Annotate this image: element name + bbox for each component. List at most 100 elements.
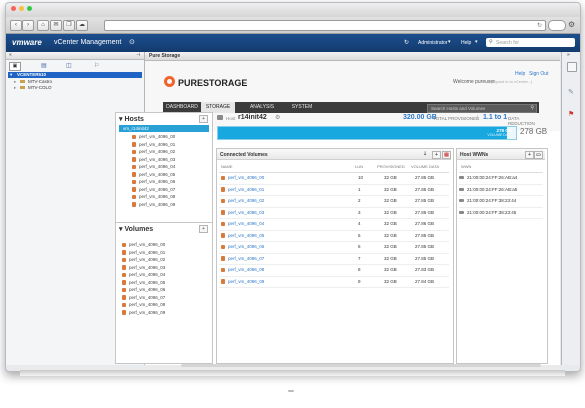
wwn-row[interactable]: 21:00:00:24:FF:26:AB:a4 [459,173,543,185]
tree-item-vcenter[interactable]: ▾ VCENTER510 [8,72,142,78]
volume-name-link[interactable]: perf_vm_4096_06 [221,242,264,253]
table-row[interactable]: perf_vm_4096_02 2 32 GB 27.85 GB [219,196,449,208]
volume-name-link[interactable]: perf_vm_4096_05 [221,231,264,242]
volume-item[interactable]: perf_vm_4096_06 [122,286,208,294]
volume-item[interactable]: perf_vm_4096_07 [122,294,208,302]
table-row[interactable]: perf_vm_4096_07 7 32 GB 27.85 GB [219,254,449,265]
horizontal-scrollbar[interactable] [181,364,541,367]
volume-name-link[interactable]: perf_vm_4096_04 [221,219,264,230]
wwn-row[interactable]: 21:00:00:24:FF:38:23:45 [459,208,543,219]
tree-expand-icon[interactable]: ▾ [10,72,12,78]
column-header-provisioned[interactable]: PROVISIONED [377,164,405,169]
table-row[interactable]: perf_vm_4096_04 4 32 GB 27.86 GB [219,219,449,231]
host-volume-search-input[interactable]: Search Hosts and Volumes ⚲ [427,104,537,113]
volume-item[interactable]: perf_vm_4096_09 [122,309,208,317]
add-volume-button[interactable]: + [199,225,208,233]
host-item[interactable]: perf_vm_4096_07 [132,186,210,194]
forward-button[interactable]: › [22,20,34,31]
volume-name-link[interactable]: perf_vm_4096_08 [221,265,264,276]
table-row[interactable]: perf_vm_4096_06 6 32 GB 27.85 GB [219,242,449,254]
help-menu[interactable]: Help [461,40,471,46]
column-header-volume-data[interactable]: VOLUME DATA [411,164,439,169]
volume-name-link[interactable]: perf_vm_4096_01 [221,185,264,196]
volume-item[interactable]: perf_vm_4096_08 [122,301,208,309]
volume-item[interactable]: perf_vm_4096_02 [122,256,208,264]
user-menu[interactable]: Administrator [418,40,447,46]
volume-item[interactable]: perf_vm_4096_04 [122,271,208,279]
host-item[interactable]: perf_vm_4096_05 [132,171,210,179]
tab-analysis[interactable]: ANALYSIS [245,102,279,113]
host-item[interactable]: perf_vm_4096_04 [132,163,210,171]
help-link[interactable]: Help [515,71,525,77]
host-group-item[interactable]: vm_r14init42 [119,125,209,132]
host-item[interactable]: perf_vm_4096_00 [132,133,210,141]
wwn-row[interactable]: 21:00:00:24:FF:38:23:44 [459,196,543,208]
tree-collapsed-icon[interactable]: ▸ [14,85,16,90]
host-item[interactable]: perf_vm_4096_09 [132,201,210,209]
share-button[interactable]: ✉ [50,20,62,31]
help-chevron-icon[interactable]: ▾ [475,39,478,45]
column-header-lun[interactable]: LUN [355,164,363,169]
tasks-icon[interactable] [567,62,577,72]
add-wwn-button[interactable]: + [525,150,534,159]
disconnect-volume-button[interactable]: ▤ [442,150,451,159]
host-item[interactable]: perf_vm_4096_06 [132,178,210,186]
table-row[interactable]: perf_vm_4096_09 9 32 GB 27.84 GB [219,277,449,288]
pin-icon[interactable]: ⊣ [136,52,140,58]
bookmarks-button[interactable]: ❐ [63,20,75,31]
networking-view-icon[interactable]: ⚐ [94,62,99,69]
address-bar[interactable]: ↻ [104,20,546,31]
home-button[interactable]: ⌂ [37,20,49,31]
sign-out-link[interactable]: Sign Out [529,71,548,77]
host-settings-gear-icon[interactable]: ⚙ [275,114,280,121]
volume-item[interactable]: perf_vm_4096_00 [122,241,208,249]
table-row[interactable]: perf_vm_4096_08 8 32 GB 27.83 GB [219,265,449,277]
settings-gear-icon[interactable]: ⚙ [568,20,577,29]
resize-handle-icon[interactable] [288,390,294,392]
app-menu-chevron-icon[interactable]: ⊙ [129,38,135,46]
column-header-wwn[interactable]: WWN [461,164,471,169]
connect-volume-button[interactable]: + [432,150,441,159]
volume-name-link[interactable]: perf_vm_4096_00 [221,173,264,184]
close-window-button[interactable] [11,6,16,11]
collapse-right-icon[interactable]: » [567,52,570,58]
host-item[interactable]: perf_vm_4096_03 [132,156,210,164]
download-icon[interactable]: ⇣ [423,151,427,157]
storage-view-icon[interactable]: ◫ [66,62,72,69]
volume-name-link[interactable]: perf_vm_4096_02 [221,196,264,207]
tab-pure-storage[interactable]: Pure Storage [149,53,180,59]
volume-name-link[interactable]: perf_vm_4096_09 [221,277,264,288]
minimize-window-button[interactable] [19,6,24,11]
host-item[interactable]: perf_vm_4096_08 [132,193,210,201]
reload-icon[interactable]: ↻ [537,22,542,29]
browser-search-field[interactable] [548,20,566,31]
collapse-left-icon[interactable]: « [9,52,12,58]
tab-system[interactable]: SYSTEM [285,102,319,113]
global-search-input[interactable]: ⚲ Search for [486,38,575,47]
back-button[interactable]: ‹ [10,20,22,31]
volume-item[interactable]: perf_vm_4096_01 [122,249,208,257]
user-menu-chevron-icon[interactable]: ▾ [448,39,451,45]
host-item[interactable]: perf_vm_4096_02 [132,148,210,156]
host-item[interactable]: perf_vm_4096_01 [132,141,210,149]
cloud-button[interactable]: ☁ [76,20,88,31]
table-row[interactable]: perf_vm_4096_05 5 32 GB 27.85 GB [219,231,449,242]
vms-templates-view-icon[interactable]: ▤ [41,62,47,69]
volume-name-link[interactable]: perf_vm_4096_07 [221,254,264,265]
refresh-icon[interactable]: ↻ [404,39,409,46]
wwn-row[interactable]: 21:00:00:24:FF:26:AB:a5 [459,185,543,196]
tree-item-mtv-colo[interactable]: ▸ MTV-COLO [14,85,52,91]
edit-wwn-button[interactable]: ▭ [534,150,543,159]
volume-item[interactable]: perf_vm_4096_05 [122,279,208,287]
zoom-window-button[interactable] [27,6,32,11]
alarms-icon[interactable]: ⚑ [568,110,574,118]
volume-item[interactable]: perf_vm_4096_03 [122,264,208,272]
table-row[interactable]: perf_vm_4096_03 3 32 GB 27.85 GB [219,208,449,219]
add-host-button[interactable]: + [199,115,208,123]
volume-name-link[interactable]: perf_vm_4096_03 [221,208,264,219]
hosts-clusters-view-icon[interactable]: ▣ [9,62,21,71]
work-in-progress-icon[interactable]: ✎ [568,88,574,96]
table-row[interactable]: perf_vm_4096_00 10 32 GB 27.85 GB [219,173,449,185]
tree-collapsed-icon[interactable]: ▸ [14,79,16,84]
table-row[interactable]: perf_vm_4096_01 1 32 GB 27.85 GB [219,185,449,196]
